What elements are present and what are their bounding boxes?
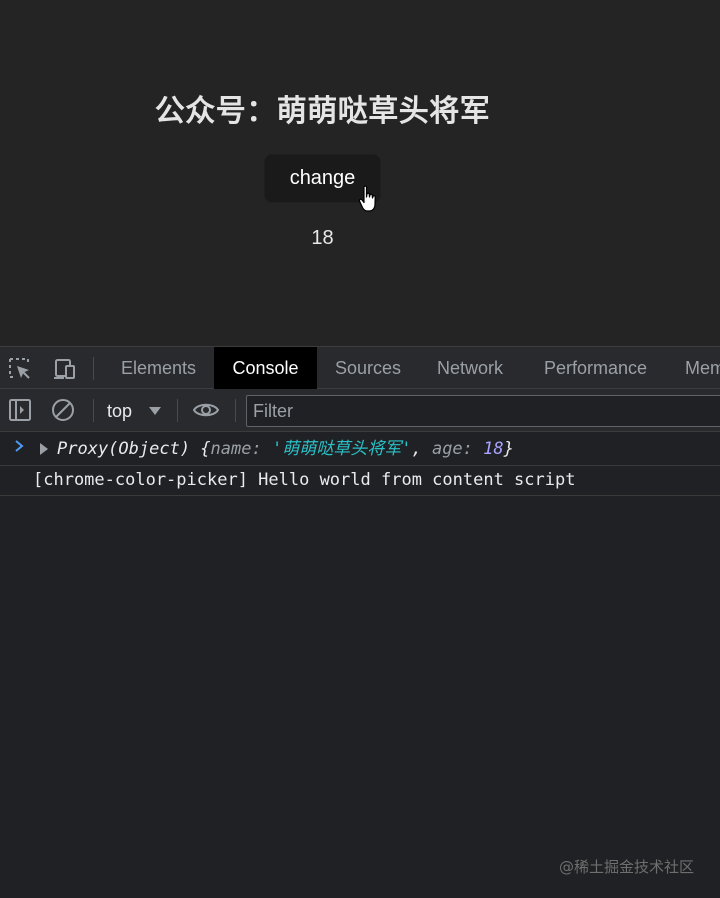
page-preview: 公众号：萌萌哒草头将军 change 18 [0, 0, 720, 346]
tab-memory[interactable]: Mem [685, 347, 720, 389]
devtools-tab-bar: Elements Console Sources Network Perform… [0, 346, 720, 389]
device-toolbar-icon[interactable] [52, 357, 76, 381]
console-toolbar: top [0, 389, 720, 432]
tab-divider [93, 357, 94, 380]
console-prompt-icon[interactable] [12, 439, 26, 453]
tab-elements[interactable]: Elements [121, 347, 196, 389]
watermark: @稀土掘金技术社区 [559, 858, 695, 876]
console-output: Proxy(Object) {name: '萌萌哒草头将军', age: 18}… [0, 433, 720, 496]
hand-cursor-icon [358, 185, 376, 212]
devtools-panel: Elements Console Sources Network Perform… [0, 346, 720, 898]
filter-input[interactable] [246, 395, 720, 427]
eye-icon[interactable] [192, 398, 220, 422]
console-message-log: [chrome-color-picker] Hello world from c… [0, 466, 720, 496]
expand-triangle-icon[interactable] [40, 443, 48, 455]
tab-sources[interactable]: Sources [335, 347, 401, 389]
sidebar-toggle-icon[interactable] [8, 398, 32, 422]
chevron-down-icon[interactable] [149, 407, 161, 415]
page-title: 公众号：萌萌哒草头将军 [154, 94, 491, 129]
toolbar-divider [177, 399, 178, 422]
clear-console-icon[interactable] [51, 398, 75, 422]
count-value: 18 [311, 227, 334, 249]
tab-performance[interactable]: Performance [544, 347, 647, 389]
context-selector[interactable]: top [107, 399, 132, 423]
inspect-element-icon[interactable] [8, 357, 32, 381]
proxy-object-preview[interactable]: Proxy(Object) {name: '萌萌哒草头将军', age: 18} [57, 433, 514, 465]
tab-console[interactable]: Console [214, 347, 317, 389]
tab-network[interactable]: Network [437, 347, 503, 389]
toolbar-divider [235, 399, 236, 422]
toolbar-divider [93, 399, 94, 422]
log-message-text: [chrome-color-picker] Hello world from c… [33, 470, 576, 490]
console-message-proxy[interactable]: Proxy(Object) {name: '萌萌哒草头将军', age: 18} [0, 433, 720, 466]
